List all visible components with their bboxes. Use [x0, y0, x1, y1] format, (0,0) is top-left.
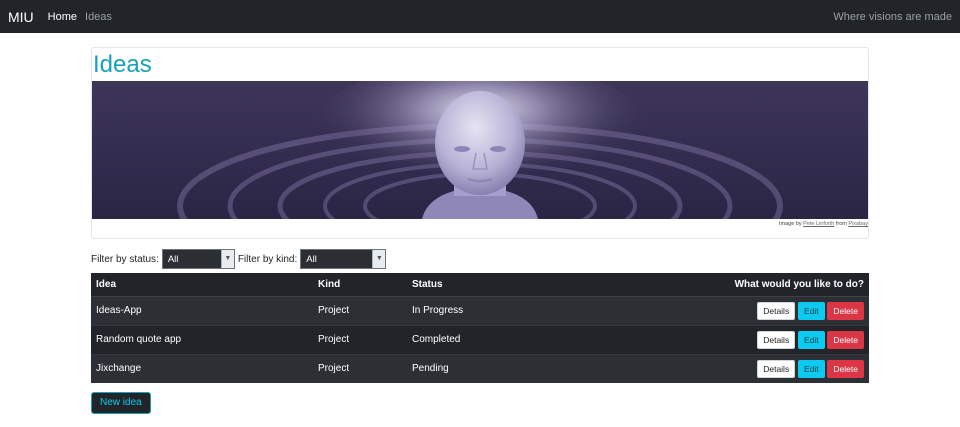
column-header-actions: What would you like to do? [607, 273, 869, 297]
credit-source-link[interactable]: Pixabay [848, 221, 868, 227]
idea-name: Ideas-App [91, 295, 313, 325]
chevron-down-icon: ▼ [372, 250, 386, 268]
delete-button[interactable]: Delete [827, 330, 864, 349]
brand-logo[interactable]: MIU [8, 9, 34, 25]
status-filter-label: Filter by status: [91, 253, 159, 265]
edit-button[interactable]: Edit [797, 359, 825, 378]
idea-kind: Project [313, 324, 407, 354]
column-header-status: Status [407, 273, 607, 297]
image-credit: Image by Pete Linforth from Pixabay [779, 221, 868, 227]
idea-kind: Project [313, 353, 407, 383]
column-header-kind: Kind [313, 273, 407, 297]
credit-author-link[interactable]: Pete Linforth [803, 221, 834, 227]
row-actions: Details Edit Delete [607, 353, 869, 383]
hero-image [92, 81, 868, 219]
table-header-row: Idea Kind Status What would you like to … [91, 273, 869, 297]
tagline: Where visions are made [833, 11, 952, 23]
row-actions: Details Edit Delete [607, 324, 869, 354]
ideas-card: Ideas Image by Pete Linforth from Pixaba… [91, 47, 869, 239]
idea-status: In Progress [407, 295, 607, 325]
top-navbar: MIU Home Ideas Where visions are made [0, 0, 960, 33]
details-button[interactable]: Details [757, 301, 796, 320]
new-idea-button[interactable]: New idea [91, 392, 151, 414]
delete-button[interactable]: Delete [827, 359, 864, 378]
delete-button[interactable]: Delete [827, 301, 864, 320]
idea-name: Jixchange [91, 353, 313, 383]
hero-face-illustration [92, 81, 868, 219]
column-header-idea: Idea [91, 273, 313, 297]
nav-link-home[interactable]: Home [48, 11, 77, 23]
table-row: Random quote app Project Completed Detai… [91, 324, 869, 354]
idea-status: Completed [407, 324, 607, 354]
edit-button[interactable]: Edit [797, 301, 825, 320]
status-filter-select[interactable]: All ▼ [161, 249, 235, 269]
ideas-table: Idea Kind Status What would you like to … [91, 273, 869, 383]
table-row: Ideas-App Project In Progress Details Ed… [91, 295, 869, 325]
details-button[interactable]: Details [757, 359, 796, 378]
details-button[interactable]: Details [757, 330, 796, 349]
kind-filter-select[interactable]: All ▼ [300, 249, 387, 269]
kind-filter-label: Filter by kind: [237, 253, 298, 265]
idea-name: Random quote app [91, 324, 313, 354]
nav-link-ideas[interactable]: Ideas [85, 11, 112, 23]
chevron-down-icon: ▼ [220, 250, 234, 268]
page-title: Ideas [93, 51, 152, 78]
idea-status: Pending [407, 353, 607, 383]
filter-bar: Filter by status: All ▼ Filter by kind: … [91, 249, 389, 269]
edit-button[interactable]: Edit [797, 330, 825, 349]
idea-kind: Project [313, 295, 407, 325]
table-row: Jixchange Project Pending Details Edit D… [91, 353, 869, 383]
row-actions: Details Edit Delete [607, 295, 869, 325]
